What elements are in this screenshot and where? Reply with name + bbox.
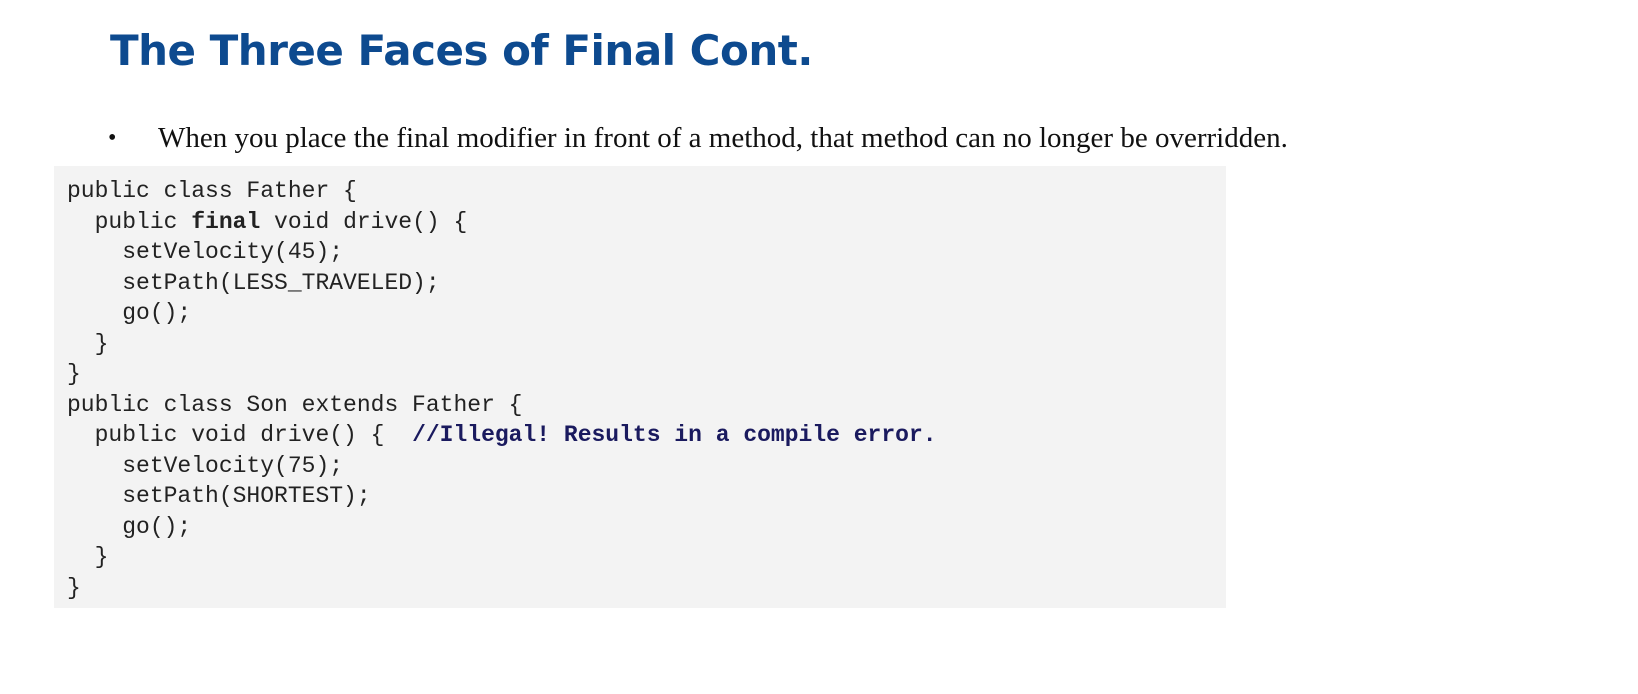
bullet-text: When you place the final modifier in fro…: [158, 121, 1288, 154]
code-text: public class Father {: [67, 178, 357, 204]
code-text: setVelocity(45);: [67, 239, 344, 265]
code-text: setPath(LESS_TRAVELED);: [67, 269, 440, 296]
code-text: setPath(SHORTEST);: [67, 483, 371, 509]
code-line: go();: [67, 298, 1226, 329]
code-text: public void drive() {: [67, 422, 413, 448]
code-line: setPath(SHORTEST);: [67, 481, 1226, 512]
code-text: go();: [67, 300, 192, 326]
code-line: }: [67, 573, 1226, 604]
code-line: public class Son extends Father {: [67, 390, 1226, 421]
bullet-marker: •: [108, 124, 117, 151]
code-line: public void drive() { //Illegal! Results…: [67, 420, 1226, 451]
code-comment: //Illegal! Results in a compile error.: [412, 422, 937, 448]
slide-title: The Three Faces of Final Cont.: [110, 26, 813, 75]
code-text: }: [67, 361, 81, 387]
code-text: public class Son extends Father {: [67, 391, 523, 418]
code-line: }: [67, 359, 1226, 390]
code-text: }: [67, 544, 109, 570]
code-line: setPath(LESS_TRAVELED);: [67, 268, 1226, 299]
final-keyword: final: [191, 208, 261, 235]
bullet-item: • When you place the final modifier in f…: [108, 118, 1288, 158]
code-line: }: [67, 542, 1226, 573]
code-line: go();: [67, 512, 1226, 543]
code-text: void drive() {: [260, 208, 468, 235]
code-text: }: [67, 330, 109, 357]
code-line: }: [67, 329, 1226, 360]
code-line: public class Father {: [67, 176, 1226, 207]
code-line: public final void drive() {: [67, 207, 1226, 238]
code-text: public: [94, 208, 192, 235]
code-block: public class Father { public final void …: [54, 166, 1226, 608]
code-text: setVelocity(75);: [67, 452, 344, 479]
code-text: go();: [67, 513, 192, 540]
code-line: setVelocity(75);: [67, 451, 1226, 482]
code-text: }: [67, 574, 81, 601]
code-line: setVelocity(45);: [67, 237, 1226, 268]
